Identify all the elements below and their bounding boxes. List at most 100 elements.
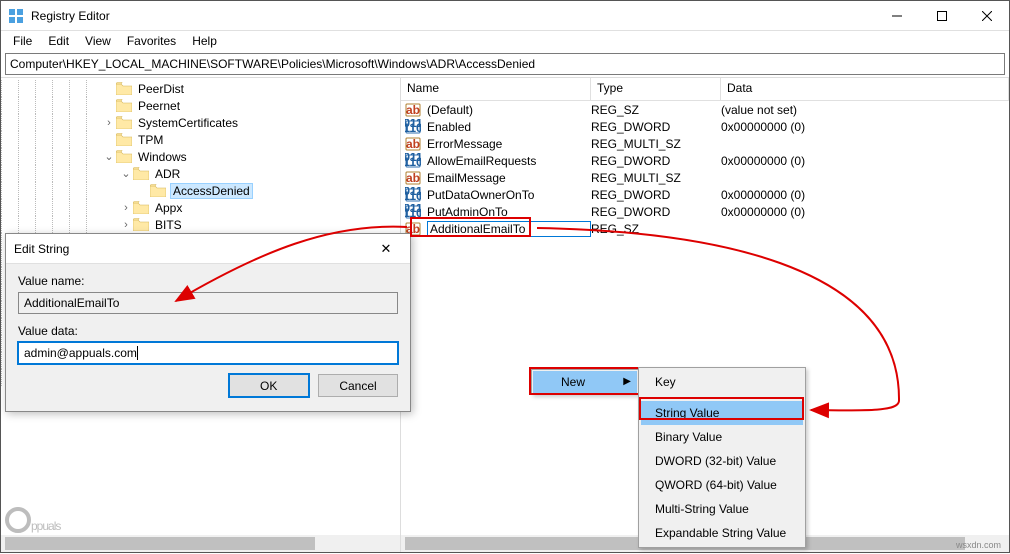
context-menu: New ▶ — [531, 369, 639, 395]
tree-toggle-icon[interactable]: ⌄ — [120, 167, 132, 180]
menu-edit[interactable]: Edit — [40, 32, 77, 50]
value-row[interactable]: abEmailMessageREG_MULTI_SZ — [401, 169, 1009, 186]
menu-favorites[interactable]: Favorites — [119, 32, 184, 50]
value-data-field[interactable]: admin@appuals.com — [18, 342, 398, 364]
binary-value-icon: 011110 — [405, 187, 421, 203]
menu-help[interactable]: Help — [184, 32, 225, 50]
folder-icon — [133, 201, 149, 214]
window-titlebar: Registry Editor — [1, 1, 1009, 31]
tree-toggle-icon[interactable]: › — [103, 117, 115, 129]
cancel-button[interactable]: Cancel — [318, 374, 398, 397]
value-type: REG_DWORD — [591, 154, 721, 168]
value-name: ErrorMessage — [427, 137, 591, 151]
ctx-binary-value[interactable]: Binary Value — [641, 425, 803, 449]
string-value-icon: ab — [405, 170, 421, 186]
tree-item[interactable]: ⌄ADR — [1, 165, 400, 182]
tree-item-label: AccessDenied — [170, 183, 253, 199]
tree-item[interactable]: › Appx — [1, 199, 400, 216]
values-header: Name Type Data — [401, 78, 1009, 101]
folder-icon — [133, 167, 149, 180]
string-value-icon: ab — [405, 136, 421, 152]
tree-item[interactable]: ›BITS — [1, 216, 400, 233]
ok-button[interactable]: OK — [229, 374, 309, 397]
tree-item-label: SystemCertificates — [136, 116, 240, 130]
value-type: REG_SZ — [591, 103, 721, 117]
value-row[interactable]: 011110EnabledREG_DWORD0x00000000 (0) — [401, 118, 1009, 135]
tree-item-label: PeerDist — [136, 82, 186, 96]
tree-item[interactable]: PeerDist — [1, 80, 400, 97]
value-name: AdditionalEmailTo — [427, 221, 591, 237]
ctx-expandstring-value[interactable]: Expandable String Value — [641, 521, 803, 545]
chevron-right-icon: ▶ — [623, 376, 631, 387]
value-name-label: Value name: — [18, 274, 398, 288]
value-name-field: AdditionalEmailTo — [18, 292, 398, 314]
tree-item-label: Peernet — [136, 99, 182, 113]
col-data[interactable]: Data — [721, 78, 1009, 100]
value-name: Enabled — [427, 120, 591, 134]
address-bar[interactable]: Computer\HKEY_LOCAL_MACHINE\SOFTWARE\Pol… — [5, 53, 1005, 75]
svg-text:110: 110 — [405, 206, 421, 220]
value-type: REG_MULTI_SZ — [591, 171, 721, 185]
minimize-button[interactable] — [874, 1, 919, 31]
svg-text:ab: ab — [406, 137, 420, 151]
window-title: Registry Editor — [31, 9, 874, 23]
tree-item[interactable]: TPM — [1, 131, 400, 148]
ctx-new[interactable]: New ▶ — [533, 371, 637, 393]
tree-item[interactable]: AccessDenied — [1, 182, 400, 199]
edit-string-dialog: Edit String ✕ Value name: AdditionalEmai… — [5, 233, 411, 412]
tree-toggle-icon[interactable]: › — [120, 202, 132, 214]
value-type: REG_SZ — [591, 222, 721, 236]
folder-icon — [116, 150, 132, 163]
maximize-button[interactable] — [919, 1, 964, 31]
menubar: File Edit View Favorites Help — [1, 31, 1009, 51]
tree-toggle-icon[interactable]: › — [120, 219, 132, 231]
value-row[interactable]: abAdditionalEmailToREG_SZ — [401, 220, 1009, 237]
tree-item-label: Windows — [136, 150, 189, 164]
col-type[interactable]: Type — [591, 78, 721, 100]
address-text: Computer\HKEY_LOCAL_MACHINE\SOFTWARE\Pol… — [10, 57, 535, 71]
tree-item[interactable]: ⌄ Windows — [1, 148, 400, 165]
value-data: (value not set) — [721, 103, 1009, 117]
binary-value-icon: 011110 — [405, 153, 421, 169]
ctx-multistring-value[interactable]: Multi-String Value — [641, 497, 803, 521]
svg-text:ab: ab — [406, 171, 420, 185]
menu-file[interactable]: File — [5, 32, 40, 50]
value-data: 0x00000000 (0) — [721, 154, 1009, 168]
value-type: REG_DWORD — [591, 120, 721, 134]
close-button[interactable] — [964, 1, 1009, 31]
dialog-close-button[interactable]: ✕ — [370, 241, 402, 257]
value-data: 0x00000000 (0) — [721, 205, 1009, 219]
svg-text:ab: ab — [406, 103, 420, 117]
menu-view[interactable]: View — [77, 32, 119, 50]
site-logo: ppuals — [5, 501, 60, 538]
value-row[interactable]: 011110PutAdminOnToREG_DWORD0x00000000 (0… — [401, 203, 1009, 220]
ctx-key[interactable]: Key — [641, 370, 803, 394]
string-value-icon: ab — [405, 102, 421, 118]
tree-item-label: Appx — [153, 201, 184, 215]
svg-text:110: 110 — [405, 155, 421, 169]
ctx-string-value[interactable]: String Value — [641, 401, 803, 425]
horizontal-scrollbar[interactable] — [1, 535, 1009, 552]
binary-value-icon: 011110 — [405, 119, 421, 135]
context-submenu: Key String Value Binary Value DWORD (32-… — [638, 367, 806, 548]
value-row[interactable]: 011110 AllowEmailRequestsREG_DWORD0x00000… — [401, 152, 1009, 169]
tree-toggle-icon[interactable]: ⌄ — [103, 150, 115, 163]
ctx-qword-value[interactable]: QWORD (64-bit) Value — [641, 473, 803, 497]
value-type: REG_MULTI_SZ — [591, 137, 721, 151]
tree-item[interactable]: › SystemCertificates — [1, 114, 400, 131]
app-icon — [8, 8, 24, 24]
separator — [643, 397, 801, 398]
value-data-label: Value data: — [18, 324, 398, 338]
dialog-title: Edit String — [14, 242, 370, 256]
folder-icon — [116, 82, 132, 95]
value-data: 0x00000000 (0) — [721, 188, 1009, 202]
value-row[interactable]: 011110PutDataOwnerOnToREG_DWORD0x0000000… — [401, 186, 1009, 203]
ctx-dword-value[interactable]: DWORD (32-bit) Value — [641, 449, 803, 473]
value-type: REG_DWORD — [591, 188, 721, 202]
tree-item[interactable]: Peernet — [1, 97, 400, 114]
svg-text:110: 110 — [405, 121, 421, 135]
value-row[interactable]: ab ErrorMessageREG_MULTI_SZ — [401, 135, 1009, 152]
col-name[interactable]: Name — [401, 78, 591, 100]
value-row[interactable]: ab(Default)REG_SZ(value not set) — [401, 101, 1009, 118]
value-name: AllowEmailRequests — [427, 154, 591, 168]
